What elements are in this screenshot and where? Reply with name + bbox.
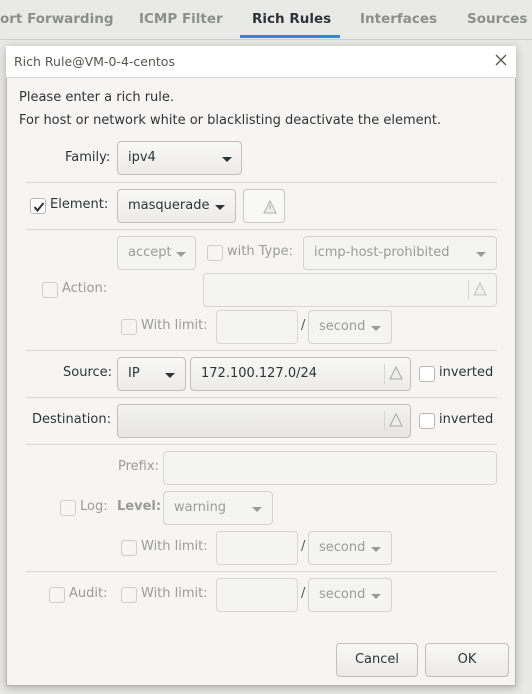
tab-sources[interactable]: Sources (467, 0, 527, 40)
audit-limit-label: With limit: (141, 586, 208, 601)
action-label: Action: (62, 281, 108, 296)
divider (26, 444, 497, 445)
limit-separator: / (301, 539, 306, 554)
action-limit-label: With limit: (141, 318, 208, 333)
divider (26, 397, 497, 398)
limit-separator: / (301, 318, 306, 333)
destination-label: Destination: (32, 412, 111, 427)
action-limit-unit-select[interactable]: second (308, 310, 392, 344)
log-level-label: Level: (117, 499, 162, 514)
source-address-field[interactable]: 172.100.127.0/24 (190, 357, 411, 391)
tab-icmp-filter[interactable]: ICMP Filter (139, 0, 223, 40)
audit-limit-unit-select[interactable]: second (308, 578, 392, 612)
element-edit-button[interactable] (243, 189, 285, 223)
family-select[interactable]: ipv4 (117, 141, 242, 175)
divider (26, 229, 497, 230)
log-prefix-label: Prefix: (118, 459, 159, 474)
log-prefix-input[interactable] (163, 451, 497, 485)
divider (26, 350, 497, 351)
log-limit-unit-select[interactable]: second (308, 531, 392, 565)
action-checkbox[interactable] (42, 282, 58, 298)
tab-active-indicator (240, 35, 340, 38)
type-select[interactable]: icmp-host-prohibited (303, 236, 497, 270)
chevron-down-icon (165, 373, 175, 378)
type-value: icmp-host-prohibited (314, 245, 450, 260)
action-limit-input[interactable] (216, 310, 298, 344)
log-limit-checkbox[interactable] (121, 540, 137, 556)
audit-label: Audit: (69, 586, 108, 601)
limit-separator: / (301, 586, 306, 601)
entry-icon[interactable] (384, 411, 405, 431)
action-limit-checkbox[interactable] (121, 319, 137, 335)
intro-text-2: For host or network white or blacklistin… (19, 113, 442, 128)
entry-icon (468, 280, 489, 300)
source-type-value: IP (128, 366, 140, 381)
audit-checkbox[interactable] (49, 587, 65, 603)
destination-field[interactable] (117, 404, 411, 438)
log-level-value: warning (174, 500, 227, 515)
element-label: Element: (50, 197, 109, 212)
family-label: Family: (65, 150, 111, 165)
source-label: Source: (63, 365, 113, 380)
action-value: accept (128, 245, 172, 260)
source-address: 172.100.127.0/24 (201, 366, 318, 381)
chevron-down-icon (222, 157, 232, 162)
chevron-down-icon (371, 547, 381, 552)
log-label: Log: (80, 499, 108, 514)
unit-value: second (319, 587, 366, 602)
action-type-entry[interactable] (203, 273, 497, 307)
chevron-down-icon (215, 205, 225, 210)
family-value: ipv4 (128, 150, 156, 165)
tab-port-forwarding[interactable]: ort Forwarding (0, 0, 114, 40)
chevron-down-icon (176, 252, 186, 257)
log-limit-input[interactable] (216, 531, 298, 565)
intro-text-1: Please enter a rich rule. (19, 90, 175, 105)
chevron-down-icon (371, 326, 381, 331)
action-select[interactable]: accept (117, 236, 196, 270)
tab-rich-rules[interactable]: Rich Rules (252, 0, 331, 40)
element-value: masquerade (128, 198, 210, 213)
log-checkbox[interactable] (60, 500, 76, 516)
entry-icon[interactable] (384, 364, 405, 384)
element-select[interactable]: masquerade (117, 189, 236, 223)
close-icon[interactable] (493, 52, 509, 68)
with-type-checkbox[interactable] (207, 245, 223, 261)
ok-button[interactable]: OK (425, 643, 509, 677)
element-checkbox[interactable] (30, 198, 46, 214)
destination-inverted-checkbox[interactable] (419, 413, 435, 429)
audit-limit-input[interactable] (216, 578, 298, 612)
chevron-down-icon (371, 594, 381, 599)
log-level-select[interactable]: warning (163, 491, 273, 525)
chevron-down-icon (476, 252, 486, 257)
audit-limit-checkbox[interactable] (121, 587, 137, 603)
source-inverted-label: inverted (439, 365, 494, 380)
source-inverted-checkbox[interactable] (419, 366, 435, 382)
edit-clear-icon (263, 199, 277, 214)
dialog-title: Rich Rule@VM-0-4-centos (14, 54, 175, 69)
unit-value: second (319, 540, 366, 555)
divider (26, 182, 497, 183)
destination-inverted-label: inverted (439, 412, 494, 427)
with-type-label: with Type: (227, 244, 293, 259)
divider (26, 571, 497, 572)
cancel-button[interactable]: Cancel (336, 643, 418, 677)
unit-value: second (319, 319, 366, 334)
source-type-select[interactable]: IP (117, 357, 186, 391)
chevron-down-icon (252, 507, 262, 512)
log-limit-label: With limit: (141, 539, 208, 554)
tab-interfaces[interactable]: Interfaces (360, 0, 437, 40)
